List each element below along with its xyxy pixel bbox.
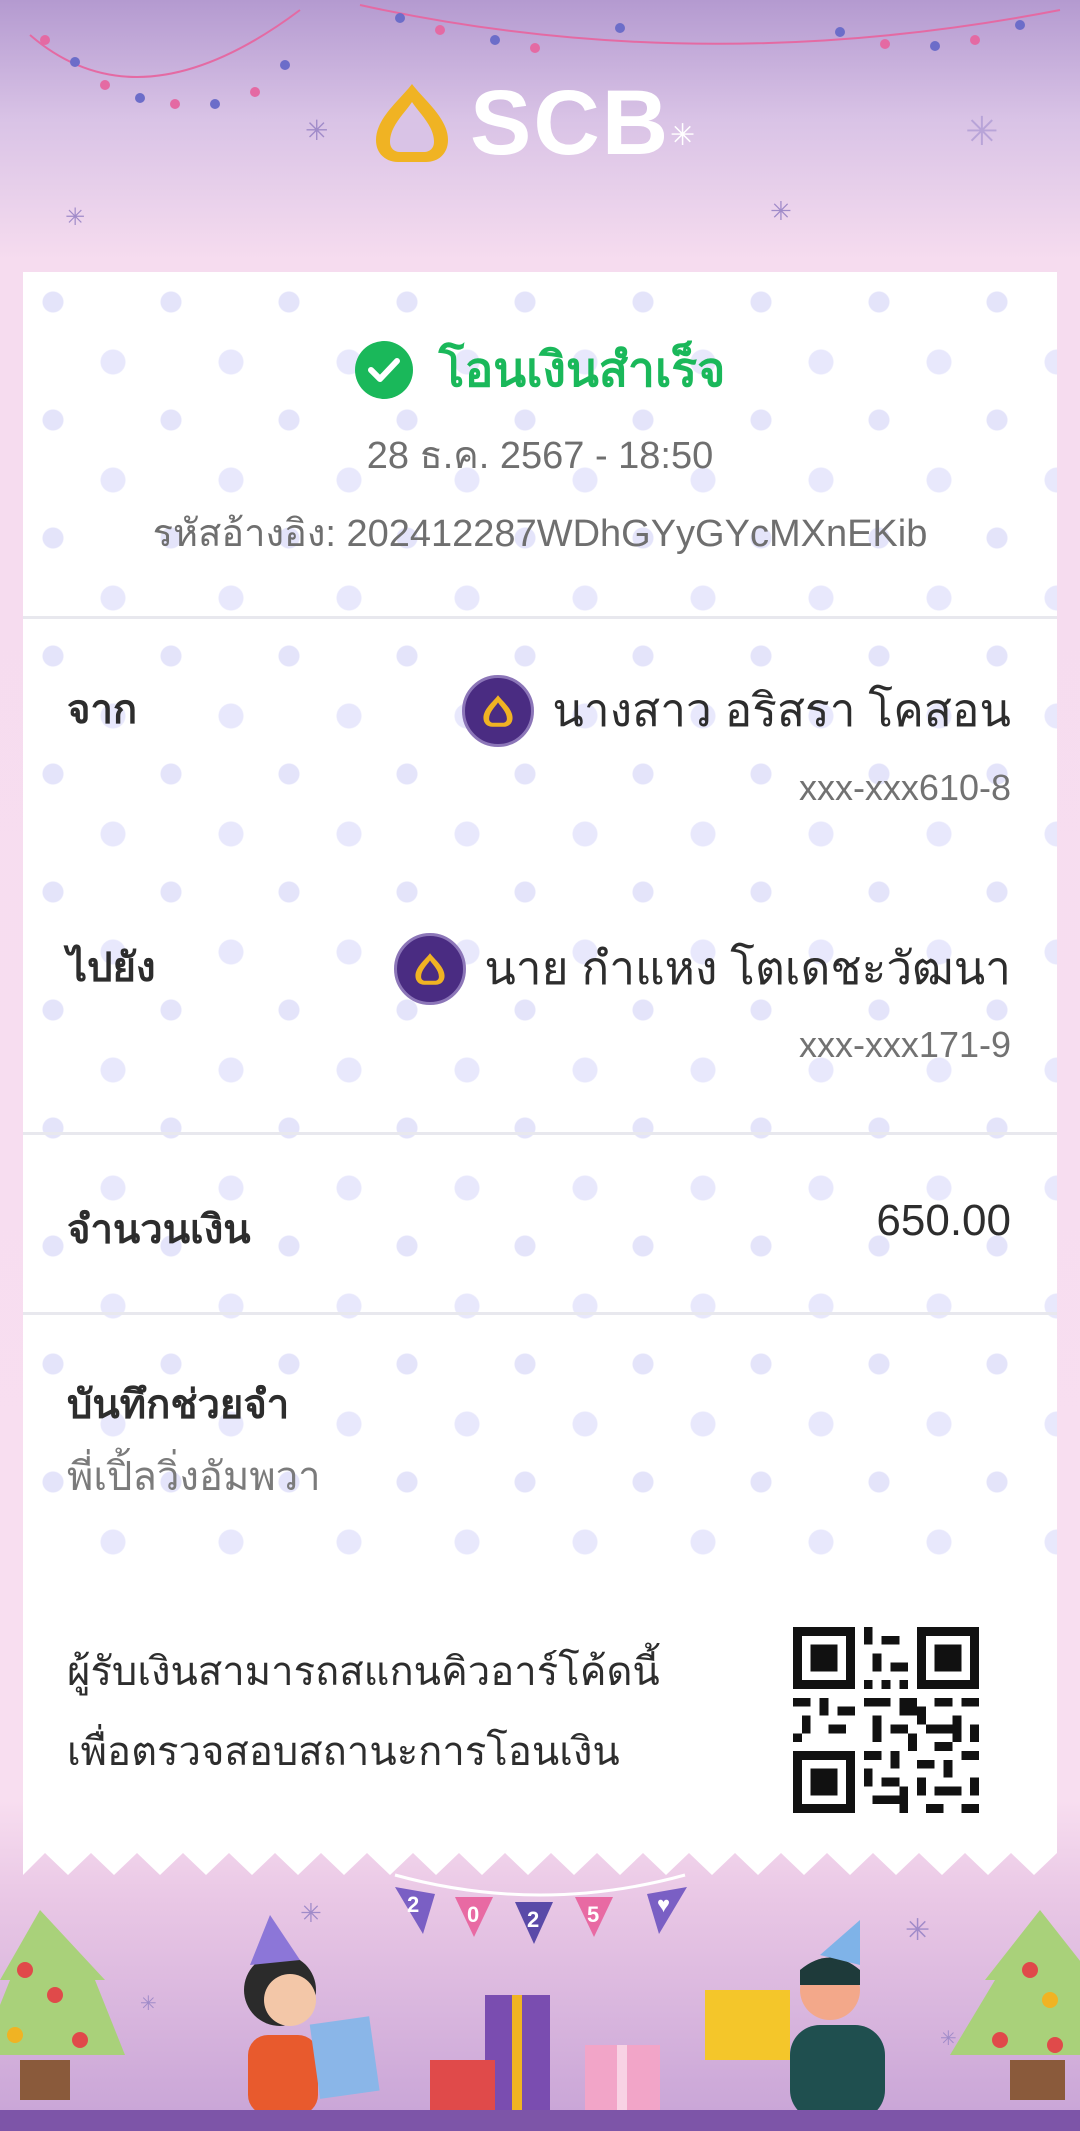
from-label: จาก bbox=[67, 688, 138, 732]
heart-icon: ♥ bbox=[657, 1892, 671, 1917]
scb-account-icon bbox=[394, 932, 467, 1005]
from-account: xxx-xxx610-8 bbox=[798, 767, 1011, 808]
status-title: โอนเงินสำเร็จ bbox=[438, 344, 726, 397]
bunting-digit-4: 5 bbox=[587, 1902, 600, 1927]
memo-label: บันทึกช่วยจำ bbox=[67, 1383, 290, 1427]
from-name: นางสาว อริสรา โคสอน bbox=[552, 684, 1011, 736]
memo-value: พี่เปิ้ลวิ่งอัมพวา bbox=[67, 1455, 321, 1499]
sparkle-icon: ✳ bbox=[670, 119, 696, 152]
qr-code-icon[interactable] bbox=[793, 1627, 979, 1813]
amount-label: จำนวนเงิน bbox=[67, 1208, 251, 1252]
check-circle-icon bbox=[354, 341, 413, 399]
header: ✳ ✳ ✳ ✳ SCB ✳ bbox=[0, 0, 1080, 272]
reference-code: รหัสอ้างอิง: 202412287WDhGYyGYcMXnEKib bbox=[152, 513, 928, 555]
svg-text:✳: ✳ bbox=[905, 1913, 930, 1948]
bunting-digit-3: 2 bbox=[527, 1907, 540, 1932]
scb-account-icon bbox=[462, 674, 535, 747]
svg-text:✳: ✳ bbox=[305, 114, 328, 147]
divider bbox=[23, 616, 1057, 619]
footer-illustration: ✳ ✳ ✳ ✳ 2 0 2 5 ♥ bbox=[0, 1860, 1080, 2131]
bunting-digit-2: 0 bbox=[467, 1902, 480, 1927]
transaction-datetime: 28 ธ.ค. 2567 - 18:50 bbox=[366, 435, 714, 477]
divider bbox=[23, 1312, 1057, 1315]
svg-text:✳: ✳ bbox=[65, 203, 85, 231]
scb-logo: SCB ✳ bbox=[370, 72, 710, 174]
svg-text:✳: ✳ bbox=[300, 1899, 322, 1929]
receipt-card: โอนเงินสำเร็จ 28 ธ.ค. 2567 - 18:50 รหัสอ… bbox=[23, 272, 1057, 1847]
year-bunting: 2 0 2 5 ♥ bbox=[395, 1872, 695, 1957]
bunting-digit-1: 2 bbox=[407, 1892, 420, 1917]
scb-logo-icon bbox=[376, 84, 448, 162]
status-row: โอนเงินสำเร็จ bbox=[23, 332, 1057, 408]
qr-instructions: ผู้รับเงินสามารถสแกนคิวอาร์โค้ดนี้ เพื่อ… bbox=[67, 1632, 660, 1792]
svg-text:✳: ✳ bbox=[770, 197, 792, 227]
divider bbox=[23, 1132, 1057, 1135]
ground-strip bbox=[0, 2110, 1080, 2131]
qr-text-line1: ผู้รับเงินสามารถสแกนคิวอาร์โค้ดนี้ bbox=[67, 1650, 660, 1694]
svg-text:✳: ✳ bbox=[140, 1991, 157, 2015]
brand-name: SCB bbox=[470, 72, 671, 174]
from-party: นางสาว อริสรา โคสอน bbox=[462, 674, 1011, 747]
svg-text:✳: ✳ bbox=[940, 2026, 957, 2050]
amount-value: 650.00 bbox=[876, 1196, 1011, 1245]
qr-text-line2: เพื่อตรวจสอบสถานะการโอนเงิน bbox=[67, 1730, 620, 1774]
svg-text:✳: ✳ bbox=[965, 109, 999, 155]
to-name: นาย กำแหง โตเดชะวัฒนา bbox=[484, 942, 1011, 994]
to-party: นาย กำแหง โตเดชะวัฒนา bbox=[394, 932, 1011, 1005]
to-account: xxx-xxx171-9 bbox=[798, 1024, 1011, 1065]
to-label: ไปยัง bbox=[67, 946, 156, 990]
